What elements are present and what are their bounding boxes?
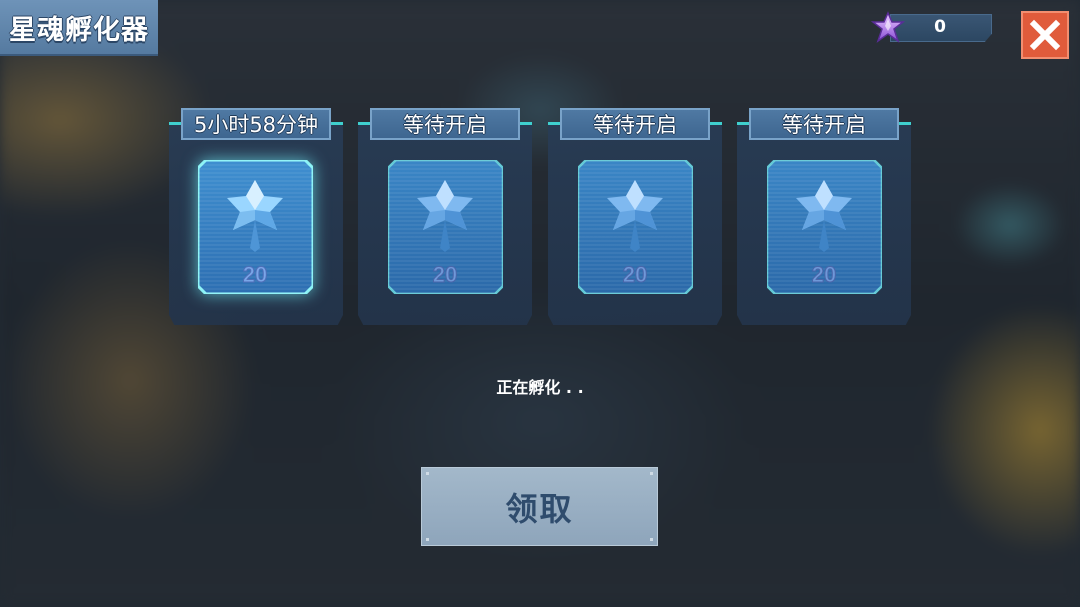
- currency-display: 0: [870, 11, 994, 43]
- page-title: 星魂孵化器: [0, 0, 158, 56]
- card-2-count: 20: [433, 262, 457, 287]
- close-button[interactable]: [1021, 11, 1069, 59]
- card-4-count: 20: [812, 262, 836, 287]
- star-soul-egg-card-3[interactable]: 20: [578, 160, 693, 294]
- slot-4-label-text: 等待开启: [782, 113, 866, 137]
- slot-3-label-text: 等待开启: [593, 113, 677, 137]
- slot-1-label-text: 5小时58分钟: [193, 113, 319, 137]
- claim-button-label: 领取: [505, 489, 574, 528]
- star-soul-egg-card-1[interactable]: 20: [198, 160, 313, 294]
- slot-2-status-label: 等待开启: [370, 108, 520, 140]
- card-3-count: 20: [623, 262, 647, 287]
- close-icon: [1029, 19, 1061, 51]
- incubation-status-text: 正在孵化 . .: [496, 378, 584, 397]
- star-soul-egg-card-2[interactable]: 20: [388, 160, 503, 294]
- slot-4-status-label: 等待开启: [749, 108, 899, 140]
- button-corner-dot: [650, 538, 653, 541]
- claim-button[interactable]: 领取: [421, 467, 658, 546]
- page-title-text: 星魂孵化器: [9, 14, 149, 46]
- purple-star-crystal-icon: [870, 11, 906, 43]
- card-1-count: 20: [243, 262, 267, 287]
- button-corner-dot: [426, 472, 429, 475]
- button-corner-dot: [426, 538, 429, 541]
- slot-2-label-text: 等待开启: [403, 113, 487, 137]
- star-soul-egg-card-4[interactable]: 20: [767, 160, 882, 294]
- button-corner-dot: [650, 472, 653, 475]
- slot-3-status-label: 等待开启: [560, 108, 710, 140]
- slot-1-timer-label: 5小时58分钟: [181, 108, 331, 140]
